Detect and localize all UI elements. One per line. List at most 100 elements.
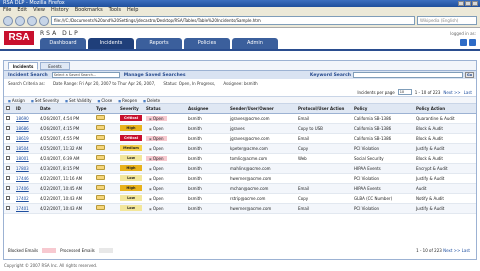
row-checkbox[interactable]: [6, 195, 10, 200]
delete-button[interactable]: Delete: [143, 98, 160, 103]
row-checkbox[interactable]: [6, 205, 10, 210]
help-icon[interactable]: [460, 39, 467, 46]
maximize-button[interactable]: [465, 1, 471, 6]
col-date[interactable]: Date: [38, 104, 94, 114]
per-page-select[interactable]: 10: [397, 89, 412, 95]
row-checkbox[interactable]: [6, 165, 10, 170]
table-row[interactable]: 18619 4/25/2007, 4:55 PM Critical Open bsmit…: [4, 133, 476, 144]
forward-icon[interactable]: [15, 15, 25, 26]
policy-cell: GLBA (CC Number): [352, 193, 414, 204]
row-checkbox-cell[interactable]: [4, 113, 14, 124]
subtab-incidents[interactable]: Incidents: [8, 62, 38, 70]
severity-cell: Critical: [118, 113, 144, 124]
table-row[interactable]: 17402 4/22/2007, 10:43 AM Low Open bsmithrst…: [4, 193, 476, 204]
col-policy-action[interactable]: Policy Action: [414, 104, 476, 114]
manage-saved-searches-link[interactable]: Manage Saved Searches: [124, 73, 186, 78]
protocol-cell: Copy to USB: [296, 123, 352, 134]
row-checkbox-cell[interactable]: [4, 153, 14, 164]
menu-file[interactable]: File: [3, 7, 11, 14]
severity-cell: Low: [118, 193, 144, 204]
go-button[interactable]: Go: [465, 72, 474, 78]
col-owner[interactable]: Sender/User/Owner: [228, 104, 296, 114]
incident-id-link[interactable]: 17402: [16, 196, 29, 201]
col-id[interactable]: ID: [14, 104, 38, 114]
reopen-button[interactable]: Reopen: [118, 98, 137, 103]
row-checkbox[interactable]: [6, 175, 10, 180]
row-checkbox[interactable]: [6, 185, 10, 190]
minimize-button[interactable]: [458, 1, 464, 6]
logout-icon[interactable]: [469, 39, 476, 46]
col-protocol[interactable]: Protocol/User Action: [296, 104, 352, 114]
type-cell: [94, 143, 118, 154]
row-checkbox-cell[interactable]: [4, 123, 14, 134]
tab-dashboard[interactable]: Dashboard: [40, 38, 86, 49]
status-label: Open: [146, 135, 167, 141]
row-checkbox-cell[interactable]: [4, 203, 14, 214]
incident-id-link[interactable]: 18619: [16, 136, 29, 141]
col-policy[interactable]: Policy: [352, 104, 414, 114]
row-checkbox-cell[interactable]: [4, 183, 14, 194]
row-checkbox[interactable]: [6, 125, 10, 130]
incident-id-cell: 17803: [14, 163, 38, 174]
row-checkbox-cell[interactable]: [4, 173, 14, 184]
menu-view[interactable]: View: [33, 7, 45, 14]
tab-reports[interactable]: Reports: [136, 38, 182, 49]
col-severity[interactable]: Severity: [118, 104, 144, 114]
back-icon[interactable]: [3, 15, 13, 26]
last-link[interactable]: Last: [464, 90, 472, 95]
tab-admin[interactable]: Admin: [232, 38, 278, 49]
col-status[interactable]: Status: [144, 104, 186, 114]
incident-id-link[interactable]: 17401: [16, 206, 29, 211]
incident-id-link[interactable]: 17803: [16, 166, 29, 171]
col-type[interactable]: Type: [94, 104, 118, 114]
row-checkbox[interactable]: [6, 155, 10, 160]
tab-policies[interactable]: Policies: [184, 38, 230, 49]
row-checkbox[interactable]: [6, 115, 10, 120]
menu-edit[interactable]: Edit: [17, 7, 27, 14]
incident-id-link[interactable]: 18504: [16, 146, 29, 151]
browser-search-input[interactable]: Wikipedia (English): [417, 16, 477, 25]
subtab-events[interactable]: Events: [40, 62, 70, 70]
col-assignee[interactable]: Assignee: [186, 104, 228, 114]
table-row[interactable]: 17401 4/22/2007, 10:43 AM Low Open bsmithhwe…: [4, 203, 476, 214]
incident-id-link[interactable]: 17406: [16, 186, 29, 191]
row-checkbox-cell[interactable]: [4, 193, 14, 204]
select-all-header[interactable]: [4, 104, 14, 114]
menu-tools[interactable]: Tools: [109, 7, 121, 14]
saved-search-select[interactable]: Select a Saved Search...: [51, 72, 120, 78]
date-cell: 4/26/2007, 4:15 PM: [38, 123, 94, 134]
table-row[interactable]: 18686 4/26/2007, 4:15 PM High Open bsmithjgr…: [4, 123, 476, 134]
assign-button[interactable]: Assign: [8, 98, 25, 103]
next-link-bottom[interactable]: Next >>: [443, 248, 460, 253]
menu-help[interactable]: Help: [127, 7, 138, 14]
table-row[interactable]: 18504 4/25/2007, 11:32 AM Medium Open bsmith…: [4, 143, 476, 154]
keyword-search-input[interactable]: [353, 72, 463, 78]
row-checkbox[interactable]: [6, 135, 10, 140]
table-row[interactable]: 17406 4/22/2007, 10:45 AM High Open bsmithmc…: [4, 183, 476, 194]
incident-id-link[interactable]: 17446: [16, 176, 29, 181]
table-row[interactable]: 17446 4/22/2007, 11:16 AM Low Open bsmithhwe…: [4, 173, 476, 184]
select-all-checkbox[interactable]: [6, 105, 10, 110]
home-icon[interactable]: [39, 15, 49, 26]
incident-id-link[interactable]: 18686: [16, 126, 29, 131]
menu-bookmarks[interactable]: Bookmarks: [75, 7, 103, 14]
incident-id-link[interactable]: 18001: [16, 156, 29, 161]
table-row[interactable]: 17803 4/23/2007, 8:15 PM High Open bsmithmah…: [4, 163, 476, 174]
row-checkbox-cell[interactable]: [4, 163, 14, 174]
reload-icon[interactable]: [27, 15, 37, 26]
table-row[interactable]: 18690 4/26/2007, 4:54 PM Critical Open bsmit…: [4, 113, 476, 124]
close-button[interactable]: [472, 1, 478, 6]
set-severity-button[interactable]: Set Severity: [31, 98, 59, 103]
address-bar[interactable]: file:///C:/Documents%20and%20Settings/jd…: [51, 16, 415, 25]
row-checkbox-cell[interactable]: [4, 133, 14, 144]
last-link-bottom[interactable]: Last: [462, 248, 470, 253]
menu-history[interactable]: History: [51, 7, 69, 14]
table-row[interactable]: 18001 4/24/2007, 6:39 AM Low Open bsmithtoml…: [4, 153, 476, 164]
close-incident-button[interactable]: Close: [98, 98, 112, 103]
incident-id-link[interactable]: 18690: [16, 116, 29, 121]
set-validity-button[interactable]: Set Validity: [65, 98, 92, 103]
row-checkbox-cell[interactable]: [4, 143, 14, 154]
tab-incidents[interactable]: Incidents: [88, 38, 134, 49]
next-link[interactable]: Next >>: [443, 90, 460, 95]
row-checkbox[interactable]: [6, 145, 10, 150]
